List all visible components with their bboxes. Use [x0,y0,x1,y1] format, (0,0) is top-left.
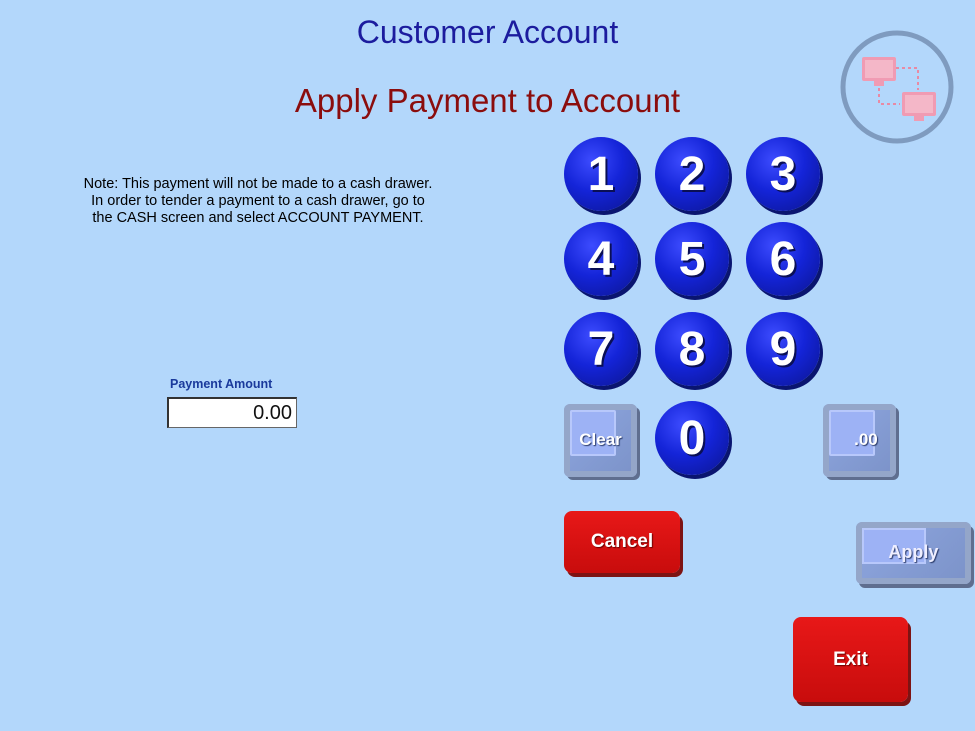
key-2[interactable]: 2 [655,137,729,211]
exit-button[interactable]: Exit [793,617,908,702]
key-6[interactable]: 6 [746,222,820,296]
key-9[interactable]: 9 [746,312,820,386]
page-title: Customer Account [356,14,619,50]
key-1[interactable]: 1 [564,137,638,211]
key-7[interactable]: 7 [564,312,638,386]
payment-amount-input[interactable] [167,397,297,428]
key-4[interactable]: 4 [564,222,638,296]
cancel-button[interactable]: Cancel [564,511,680,573]
apply-button[interactable]: Apply [855,522,971,584]
page-subtitle: Apply Payment to Account [294,82,681,119]
clear-button[interactable]: Clear [564,404,637,477]
key-0[interactable]: 0 [655,401,729,475]
key-5[interactable]: 5 [655,222,729,296]
payment-amount-label: Payment Amount [170,377,273,391]
key-8[interactable]: 8 [655,312,729,386]
key-3[interactable]: 3 [746,137,820,211]
decimal-button[interactable]: .00 [823,404,897,477]
payment-note: Note: This payment will not be made to a… [83,176,433,226]
clear-button-label: Clear [579,430,622,449]
decimal-button-label: .00 [854,430,878,449]
apply-button-label: Apply [888,542,939,562]
network-computers-icon [840,30,954,144]
